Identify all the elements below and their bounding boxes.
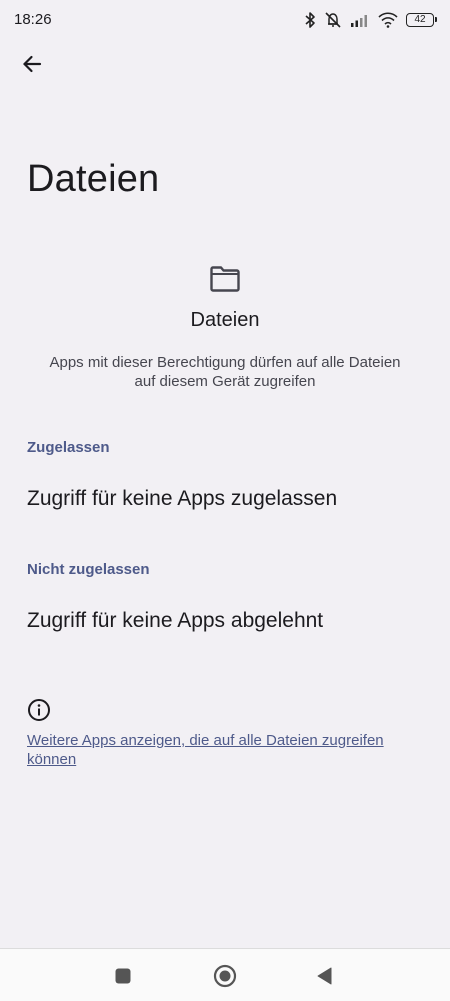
muted-bell-icon	[325, 12, 341, 28]
battery-icon: 42	[406, 13, 437, 27]
navigation-bar	[0, 948, 450, 1001]
permission-description: Apps mit dieser Berechtigung dürfen auf …	[49, 354, 401, 390]
recents-button[interactable]	[110, 963, 136, 989]
back-button[interactable]	[14, 46, 50, 82]
nav-back-button[interactable]	[312, 963, 338, 989]
back-triangle-icon	[317, 967, 332, 985]
allowed-section-label: Zugelassen	[27, 439, 110, 456]
more-apps-link[interactable]: Weitere Apps anzeigen, die auf alle Date…	[27, 731, 417, 769]
recents-square-icon	[115, 968, 131, 984]
status-bar: 18:26 42	[0, 0, 450, 40]
permission-heading: Dateien	[190, 309, 260, 331]
denied-apps-item: Zugriff für keine Apps abgelehnt	[0, 591, 450, 651]
bluetooth-icon	[305, 12, 315, 28]
info-icon	[28, 699, 50, 721]
allowed-apps-item: Zugriff für keine Apps zugelassen	[0, 469, 450, 529]
status-time: 18:26	[14, 11, 52, 28]
status-icons: 42	[304, 10, 437, 30]
home-circle-icon	[213, 964, 237, 988]
denied-section-label: Nicht zugelassen	[27, 561, 150, 578]
allowed-apps-text: Zugriff für keine Apps zugelassen	[27, 487, 338, 510]
wifi-icon	[378, 12, 398, 28]
folder-icon	[210, 266, 240, 292]
denied-apps-text: Zugriff für keine Apps abgelehnt	[27, 609, 324, 632]
home-button[interactable]	[212, 963, 238, 989]
permission-screen: 18:26 42 Dateien Dateien Apps mit dieser…	[0, 0, 450, 1001]
page-title: Dateien	[27, 158, 160, 200]
battery-level: 42	[414, 14, 426, 25]
arrow-left-icon	[23, 55, 42, 73]
signal-icon	[351, 15, 367, 27]
